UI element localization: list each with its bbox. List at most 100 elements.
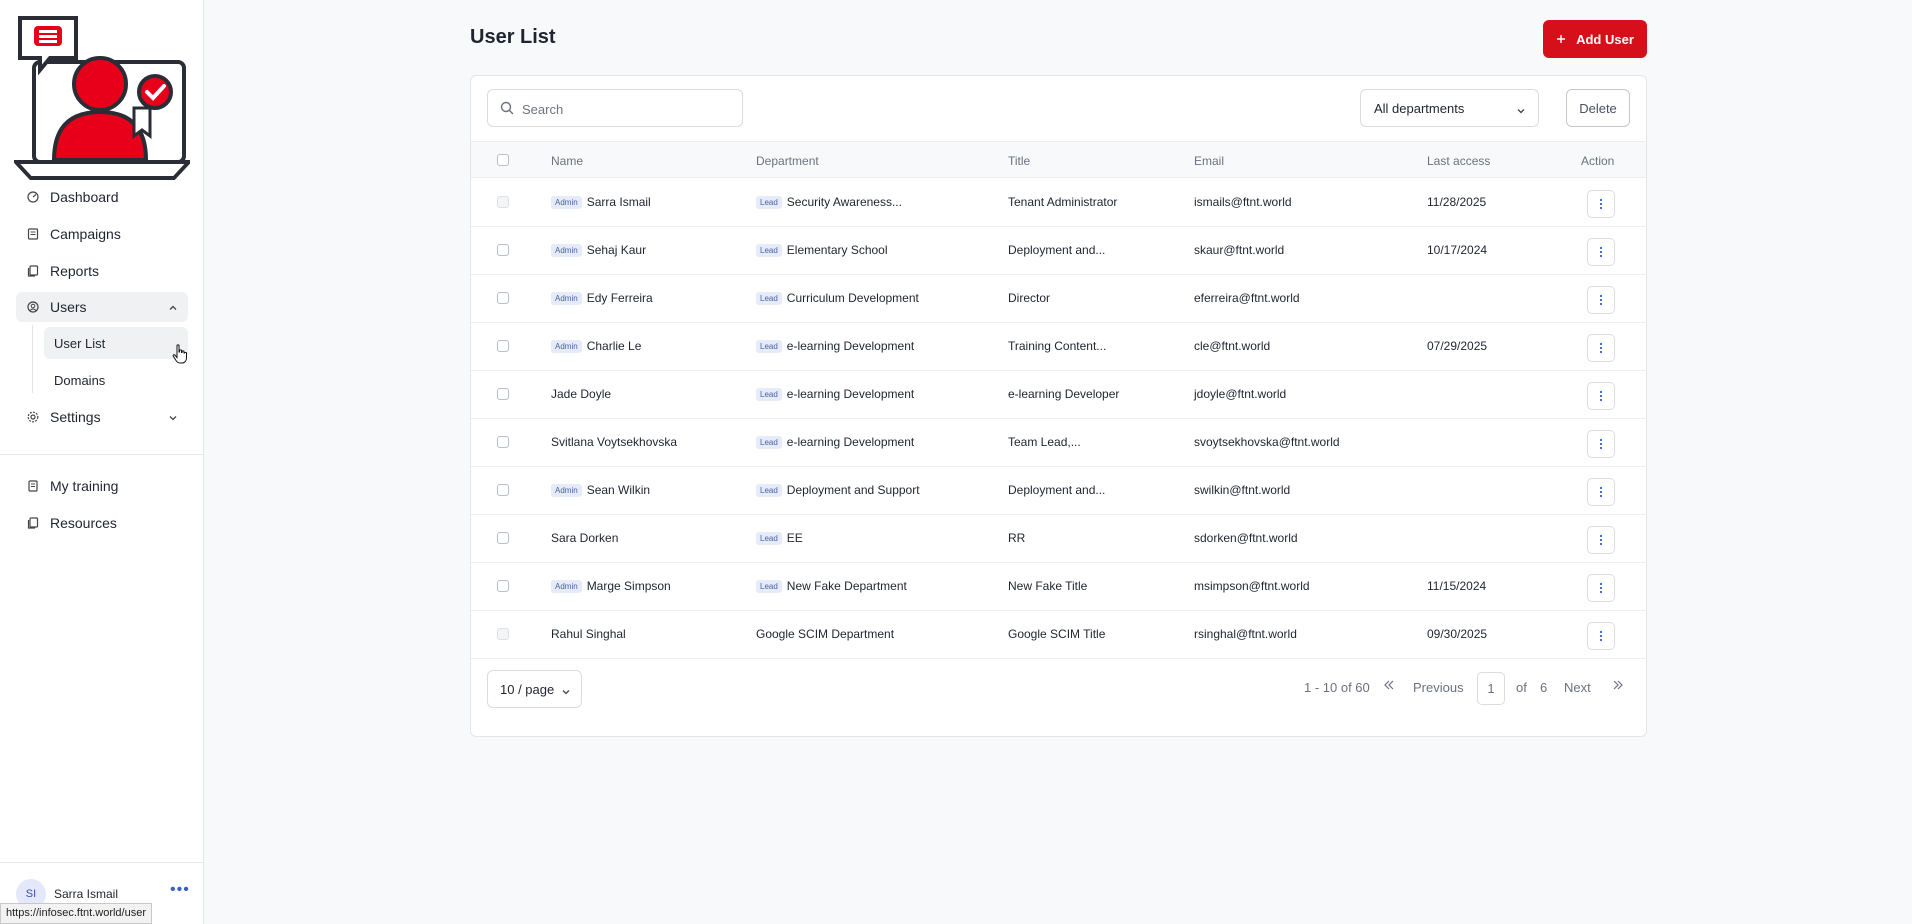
column-header-department[interactable]: Department: [756, 154, 819, 168]
email-cell: sdorken@ftnt.world: [1194, 531, 1298, 545]
page-size-select[interactable]: 10 / page: [487, 670, 582, 708]
row-checkbox[interactable]: [497, 196, 509, 208]
user-name-cell: Svitlana Voytsekhovska: [551, 435, 677, 449]
last-page-icon[interactable]: [1612, 678, 1624, 695]
row-actions-button[interactable]: [1587, 526, 1615, 554]
app-logo: [11, 12, 194, 184]
nav-my-training[interactable]: My training: [16, 471, 188, 501]
more-vertical-icon: [1599, 630, 1603, 642]
table-row[interactable]: Jade Doyle Lead e-learning Development e-le…: [471, 371, 1646, 419]
row-checkbox[interactable]: [497, 484, 509, 496]
user-name[interactable]: Marge Simpson: [587, 579, 671, 593]
more-options-icon[interactable]: •••: [170, 881, 190, 899]
last-access-cell: 11/15/2024: [1427, 579, 1487, 593]
current-page-input[interactable]: 1: [1477, 672, 1505, 705]
email-cell: eferreira@ftnt.world: [1194, 291, 1300, 305]
email-cell: ismails@ftnt.world: [1194, 195, 1292, 209]
submenu-guide: [32, 325, 33, 393]
table-row[interactable]: Admin Charlie Le Lead e-learning Developmen…: [471, 323, 1646, 371]
row-actions-button[interactable]: [1587, 286, 1615, 314]
add-user-button[interactable]: Add User: [1543, 20, 1647, 58]
row-checkbox[interactable]: [497, 436, 509, 448]
title-cell: Deployment and...: [1008, 483, 1106, 497]
nav-my-training-label: My training: [50, 478, 119, 494]
settings-icon: [26, 410, 40, 424]
page-title: User List: [470, 26, 556, 48]
department-filter-select[interactable]: All departments: [1360, 89, 1539, 127]
nav-dashboard[interactable]: Dashboard: [16, 182, 188, 212]
table-row[interactable]: Admin Sarra Ismail Lead Security Awareness.…: [471, 179, 1646, 227]
row-actions-button[interactable]: [1587, 574, 1615, 602]
user-table-card: All departments Delete Name Department T…: [470, 75, 1647, 737]
row-checkbox[interactable]: [497, 532, 509, 544]
nav-users[interactable]: Users: [16, 292, 188, 322]
search-input[interactable]: [522, 99, 732, 119]
row-actions-button[interactable]: [1587, 334, 1615, 362]
select-all-checkbox[interactable]: [497, 154, 509, 166]
user-name[interactable]: Sehaj Kaur: [587, 243, 646, 257]
user-name[interactable]: Sarra Ismail: [587, 195, 651, 209]
row-checkbox[interactable]: [497, 388, 509, 400]
department-cell: Lead Curriculum Development: [756, 291, 919, 305]
user-name-cell: Admin Sean Wilkin: [551, 483, 650, 497]
more-vertical-icon: [1599, 486, 1603, 498]
more-vertical-icon: [1599, 342, 1603, 354]
row-actions-button[interactable]: [1587, 382, 1615, 410]
column-header-name[interactable]: Name: [551, 154, 583, 168]
column-header-last-access[interactable]: Last access: [1427, 154, 1490, 168]
title-cell: Google SCIM Title: [1008, 627, 1106, 641]
search-field[interactable]: [487, 89, 743, 127]
previous-page-button[interactable]: Previous: [1413, 680, 1464, 695]
title-cell: RR: [1008, 531, 1026, 545]
user-name[interactable]: Edy Ferreira: [587, 291, 653, 305]
row-checkbox[interactable]: [497, 580, 509, 592]
user-name[interactable]: Charlie Le: [587, 339, 642, 353]
table-row[interactable]: Rahul Singhal Google SCIM Department Googl…: [471, 611, 1646, 659]
row-checkbox[interactable]: [497, 292, 509, 304]
more-vertical-icon: [1599, 582, 1603, 594]
table-row[interactable]: Admin Sean Wilkin Lead Deployment and Suppo…: [471, 467, 1646, 515]
user-name[interactable]: Sean Wilkin: [587, 483, 650, 497]
pagination-of-label: of: [1516, 680, 1527, 695]
row-actions-button[interactable]: [1587, 190, 1615, 218]
nav-user-list[interactable]: User List: [44, 327, 188, 359]
row-actions-button[interactable]: [1587, 238, 1615, 266]
nav-settings[interactable]: Settings: [16, 402, 188, 432]
row-checkbox[interactable]: [497, 244, 509, 256]
nav-domains[interactable]: Domains: [44, 364, 188, 396]
row-actions-button[interactable]: [1587, 430, 1615, 458]
column-header-title[interactable]: Title: [1008, 154, 1030, 168]
user-name[interactable]: Svitlana Voytsekhovska: [551, 435, 677, 449]
row-actions-button[interactable]: [1587, 622, 1615, 650]
chevron-down-icon: [561, 685, 571, 700]
column-header-email[interactable]: Email: [1194, 154, 1224, 168]
table-row[interactable]: Svitlana Voytsekhovska Lead e-learning Dev…: [471, 419, 1646, 467]
table-row[interactable]: Admin Edy Ferreira Lead Curriculum Developm…: [471, 275, 1646, 323]
table-row[interactable]: Admin Sehaj Kaur Lead Elementary School Depl…: [471, 227, 1646, 275]
lead-badge: Lead: [756, 339, 782, 353]
add-user-label: Add User: [1576, 31, 1634, 47]
nav-campaigns[interactable]: Campaigns: [16, 219, 188, 249]
lead-badge: Lead: [756, 483, 782, 497]
training-icon: [26, 479, 40, 493]
row-checkbox[interactable]: [497, 340, 509, 352]
user-name[interactable]: Rahul Singhal: [551, 627, 626, 641]
delete-button[interactable]: Delete: [1566, 89, 1630, 127]
row-checkbox[interactable]: [497, 628, 509, 640]
title-cell: e-learning Developer: [1008, 387, 1120, 401]
row-actions-button[interactable]: [1587, 478, 1615, 506]
nav-user-list-label: User List: [54, 335, 106, 351]
department-cell: Lead e-learning Development: [756, 387, 914, 401]
user-name[interactable]: Sara Dorken: [551, 531, 618, 545]
lead-badge: Lead: [756, 195, 782, 209]
nav-resources[interactable]: Resources: [16, 508, 188, 538]
first-page-icon[interactable]: [1383, 678, 1395, 695]
resources-icon: [26, 516, 40, 530]
next-page-button[interactable]: Next: [1564, 680, 1591, 695]
table-row[interactable]: Admin Marge Simpson Lead New Fake Departmen…: [471, 563, 1646, 611]
users-icon: [26, 300, 40, 314]
user-name[interactable]: Jade Doyle: [551, 387, 611, 401]
table-row[interactable]: Sara Dorken Lead EE RR sdorken@ftnt.world: [471, 515, 1646, 563]
user-name-cell: Admin Charlie Le: [551, 339, 641, 353]
nav-reports[interactable]: Reports: [16, 256, 188, 286]
